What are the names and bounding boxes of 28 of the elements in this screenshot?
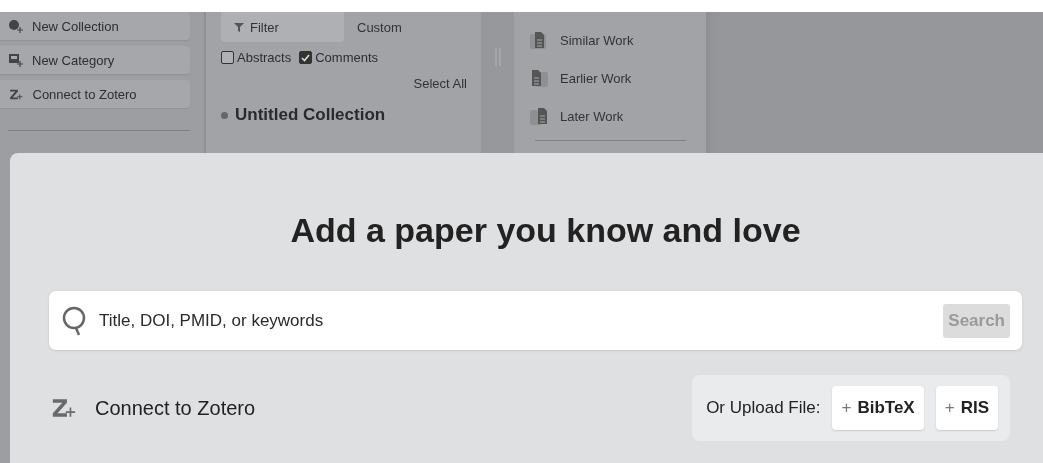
zotero-link[interactable]: Connect to Zotero [95,396,256,420]
relation-link[interactable]: Earlier Work [560,70,632,86]
document-stack-icon [530,69,548,87]
box-plus-icon [8,53,24,67]
z-plus-icon [8,88,25,100]
upload-button[interactable]: + BibTeX [832,386,924,430]
relation-link[interactable]: Similar Work [560,32,634,48]
checkbox[interactable] [299,51,313,64]
relation-link[interactable]: Later Work [560,108,624,124]
document-stack-icon [530,31,548,49]
upload-button[interactable]: + RIS [935,386,998,430]
tab[interactable]: Custom [344,12,467,42]
document-stack-icon [530,107,548,125]
filter-icon [234,22,244,32]
checkbox-label: Abstracts [237,50,292,65]
upload-label: Or Upload File: [706,398,821,418]
dialog-title: Add a paper you know and love [289,211,802,250]
tab[interactable]: Filter [221,12,344,42]
bullet-icon [221,111,228,119]
sidebar-button[interactable]: New Category [0,46,190,74]
sidebar-button[interactable]: Connect to Zotero [0,80,190,108]
checkbox[interactable] [221,51,234,64]
circle-plus-icon [8,19,24,33]
check-icon [301,53,311,62]
sidebar-button[interactable]: New Collection [0,12,190,40]
collection-title: Untitled Collection [235,105,386,125]
checkbox-label: Comments [315,50,379,65]
select-all-link[interactable]: Select All [413,76,467,91]
